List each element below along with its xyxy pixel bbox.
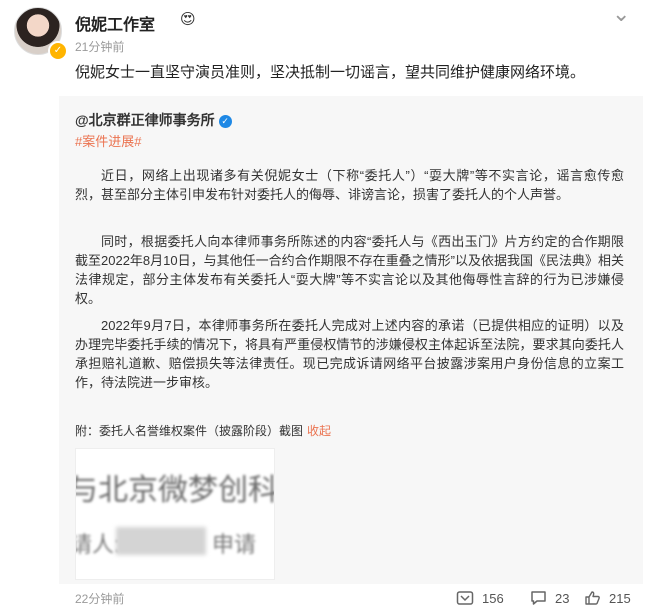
redacted-block xyxy=(116,527,206,555)
repost-paragraph: 近日，网络上出现诸多有关倪妮女士（下称“委托人”）“耍大牌”等不实言论，谣言愈传… xyxy=(75,168,624,202)
verified-badge-icon: ✓ xyxy=(218,114,232,128)
attachment-line: 附：委托人名誉维权案件（披露阶段）截图 收起 xyxy=(75,422,331,439)
topic-tag[interactable]: #案件进展# xyxy=(75,131,141,150)
post-time[interactable]: 21分钟前 xyxy=(75,38,124,55)
verified-badge-icon: ✓ xyxy=(48,41,68,61)
heart-eyes-emoji-icon: 😍 xyxy=(180,11,196,28)
image-text: 请人: xyxy=(75,532,121,557)
more-icon[interactable]: ⌄ xyxy=(612,3,634,25)
attachment-image[interactable]: 与北京微梦创科 请人: 申请 xyxy=(75,448,275,580)
repost-source[interactable]: @北京群正律师事务所 ✓ xyxy=(75,110,232,130)
image-text: 与北京微梦创科 xyxy=(75,474,275,507)
comment-button[interactable]: 23 xyxy=(530,587,569,609)
image-text: 申请 xyxy=(212,532,257,557)
user-name[interactable]: 倪妮工作室 xyxy=(75,11,155,35)
repost-paragraph: 同时，根据委托人向本律师事务所陈述的内容“委托人与《西出玉门》片方约定的合作期限… xyxy=(75,234,624,306)
comment-icon xyxy=(531,591,546,605)
like-count: 215 xyxy=(609,590,631,606)
post-text: 倪妮女士一直坚守演员准则，坚决抵制一切谣言，望共同维护健康网络环境。 xyxy=(75,64,586,81)
repost-icon xyxy=(456,591,474,605)
repost-button[interactable]: 156 xyxy=(456,587,504,609)
collapse-link[interactable]: 收起 xyxy=(307,424,331,438)
comment-count: 23 xyxy=(555,590,570,606)
like-button[interactable]: 215 xyxy=(584,587,631,609)
repost-count: 156 xyxy=(482,590,504,606)
repost-source-name[interactable]: @北京群正律师事务所 xyxy=(75,112,215,128)
attachment-label: 附：委托人名誉维权案件（披露阶段）截图 xyxy=(75,424,304,438)
repost-box: @北京群正律师事务所 ✓ #案件进展# 近日，网络上出现诸多有关倪妮女士（下称“委… xyxy=(59,96,643,584)
like-icon xyxy=(585,591,600,605)
footer-time[interactable]: 22分钟前 xyxy=(75,590,124,607)
repost-paragraph: 2022年9月7日，本律师事务所在委托人完成对上述内容的承诺（已提供相应的证明）… xyxy=(75,318,624,390)
